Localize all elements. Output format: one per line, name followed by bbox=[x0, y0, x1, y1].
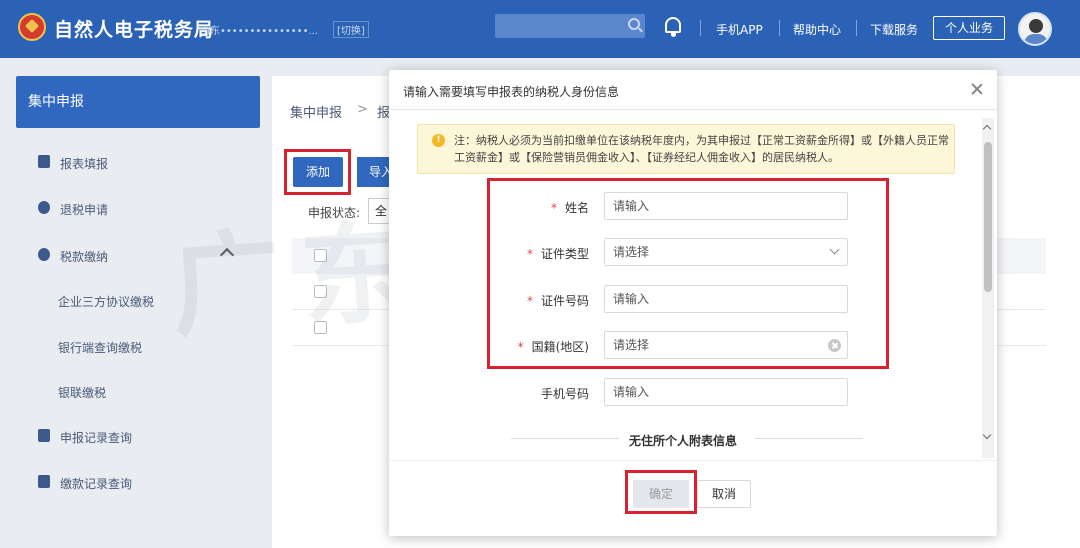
bell-icon[interactable] bbox=[665, 17, 681, 37]
form-icon bbox=[38, 155, 50, 168]
field-label: * 证件类型 bbox=[526, 247, 589, 261]
name-input[interactable]: 请输入 bbox=[604, 192, 848, 220]
sidebar-sub-item-tripartite[interactable]: 企业三方协议缴税 bbox=[58, 293, 154, 310]
search-icon[interactable] bbox=[628, 18, 640, 30]
nationality-select[interactable]: 请选择 bbox=[604, 331, 848, 359]
record-icon bbox=[38, 475, 50, 488]
section-divider bbox=[755, 438, 863, 439]
region-switch-link[interactable]: [切换] bbox=[333, 21, 369, 38]
warning-icon: ! bbox=[432, 134, 445, 147]
cancel-button[interactable]: 取消 bbox=[697, 480, 751, 508]
sidebar-item-payment[interactable]: 税款缴纳 bbox=[60, 248, 108, 265]
field-label: * 国籍(地区) bbox=[517, 340, 589, 354]
dialog-footer-divider bbox=[389, 460, 997, 461]
table-row-right bbox=[996, 310, 1046, 346]
sidebar-item-form-fill[interactable]: 报表填报 bbox=[60, 155, 108, 172]
search-record-icon bbox=[38, 429, 50, 442]
section-title: 无住所个人附表信息 bbox=[629, 434, 738, 448]
close-icon[interactable] bbox=[970, 82, 984, 96]
id-type-select[interactable]: 请选择 bbox=[604, 238, 848, 266]
nav-help-center[interactable]: 帮助中心 bbox=[793, 21, 841, 38]
nav-separator bbox=[700, 20, 701, 36]
refund-icon bbox=[38, 201, 50, 214]
sidebar-title[interactable]: 集中申报 bbox=[16, 76, 260, 128]
search-input[interactable] bbox=[495, 14, 645, 38]
sidebar-item-declare-records[interactable]: 申报记录查询 bbox=[60, 429, 132, 446]
breadcrumb-root[interactable]: 集中申报 bbox=[290, 102, 342, 121]
sidebar-item-refund[interactable]: 退税申请 bbox=[60, 201, 108, 218]
tax-emblem-icon bbox=[18, 13, 46, 41]
nav-download[interactable]: 下载服务 bbox=[870, 21, 918, 38]
section-divider bbox=[511, 438, 619, 439]
nav-mobile-app[interactable]: 手机APP bbox=[716, 21, 763, 38]
sidebar-sub-item-bank-query[interactable]: 银行端查询缴税 bbox=[58, 339, 142, 356]
app-title: 自然人电子税务局 bbox=[54, 19, 215, 41]
field-label: * 姓名 bbox=[550, 201, 589, 215]
sidebar-item-payment-records[interactable]: 缴款记录查询 bbox=[60, 475, 132, 492]
chevron-down-icon[interactable] bbox=[829, 244, 840, 255]
breadcrumb-separator: > bbox=[357, 102, 368, 117]
personal-business-button[interactable]: 个人业务 bbox=[933, 16, 1005, 40]
avatar[interactable] bbox=[1018, 12, 1052, 46]
table-header-right bbox=[996, 238, 1046, 274]
table-row-right bbox=[996, 274, 1046, 310]
id-number-input[interactable]: 请输入 bbox=[604, 285, 848, 313]
dialog-header: 请输入需要填写申报表的纳税人身份信息 bbox=[389, 70, 997, 110]
confirm-button-highlight bbox=[625, 470, 697, 514]
dialog-title: 请输入需要填写申报表的纳税人身份信息 bbox=[403, 85, 620, 99]
region-label: 山东•••••••••••••••... bbox=[200, 26, 319, 37]
field-label: 手机号码 bbox=[540, 387, 589, 401]
clear-icon[interactable] bbox=[828, 339, 841, 352]
top-header: 自然人电子税务局 山东•••••••••••••••... [切换] 手机APP… bbox=[0, 0, 1080, 58]
nav-separator bbox=[779, 20, 780, 36]
notice-text: 注：纳税人必须为当前扣缴单位在该纳税年度内，为其申报过【正常工资薪金所得】或【外… bbox=[454, 134, 949, 164]
scrollbar-thumb[interactable] bbox=[984, 142, 992, 292]
payment-icon bbox=[38, 248, 50, 261]
field-label: * 证件号码 bbox=[526, 294, 589, 308]
sidebar-sub-item-unionpay[interactable]: 银联缴税 bbox=[58, 384, 106, 401]
notice-banner: ! 注：纳税人必须为当前扣缴单位在该纳税年度内，为其申报过【正常工资薪金所得】或… bbox=[417, 124, 955, 174]
nav-separator bbox=[856, 20, 857, 36]
phone-input[interactable]: 请输入 bbox=[604, 378, 848, 406]
taxpayer-info-dialog: 请输入需要填写申报表的纳税人身份信息 ! 注：纳税人必须为当前扣缴单位在该纳税年… bbox=[389, 70, 997, 536]
